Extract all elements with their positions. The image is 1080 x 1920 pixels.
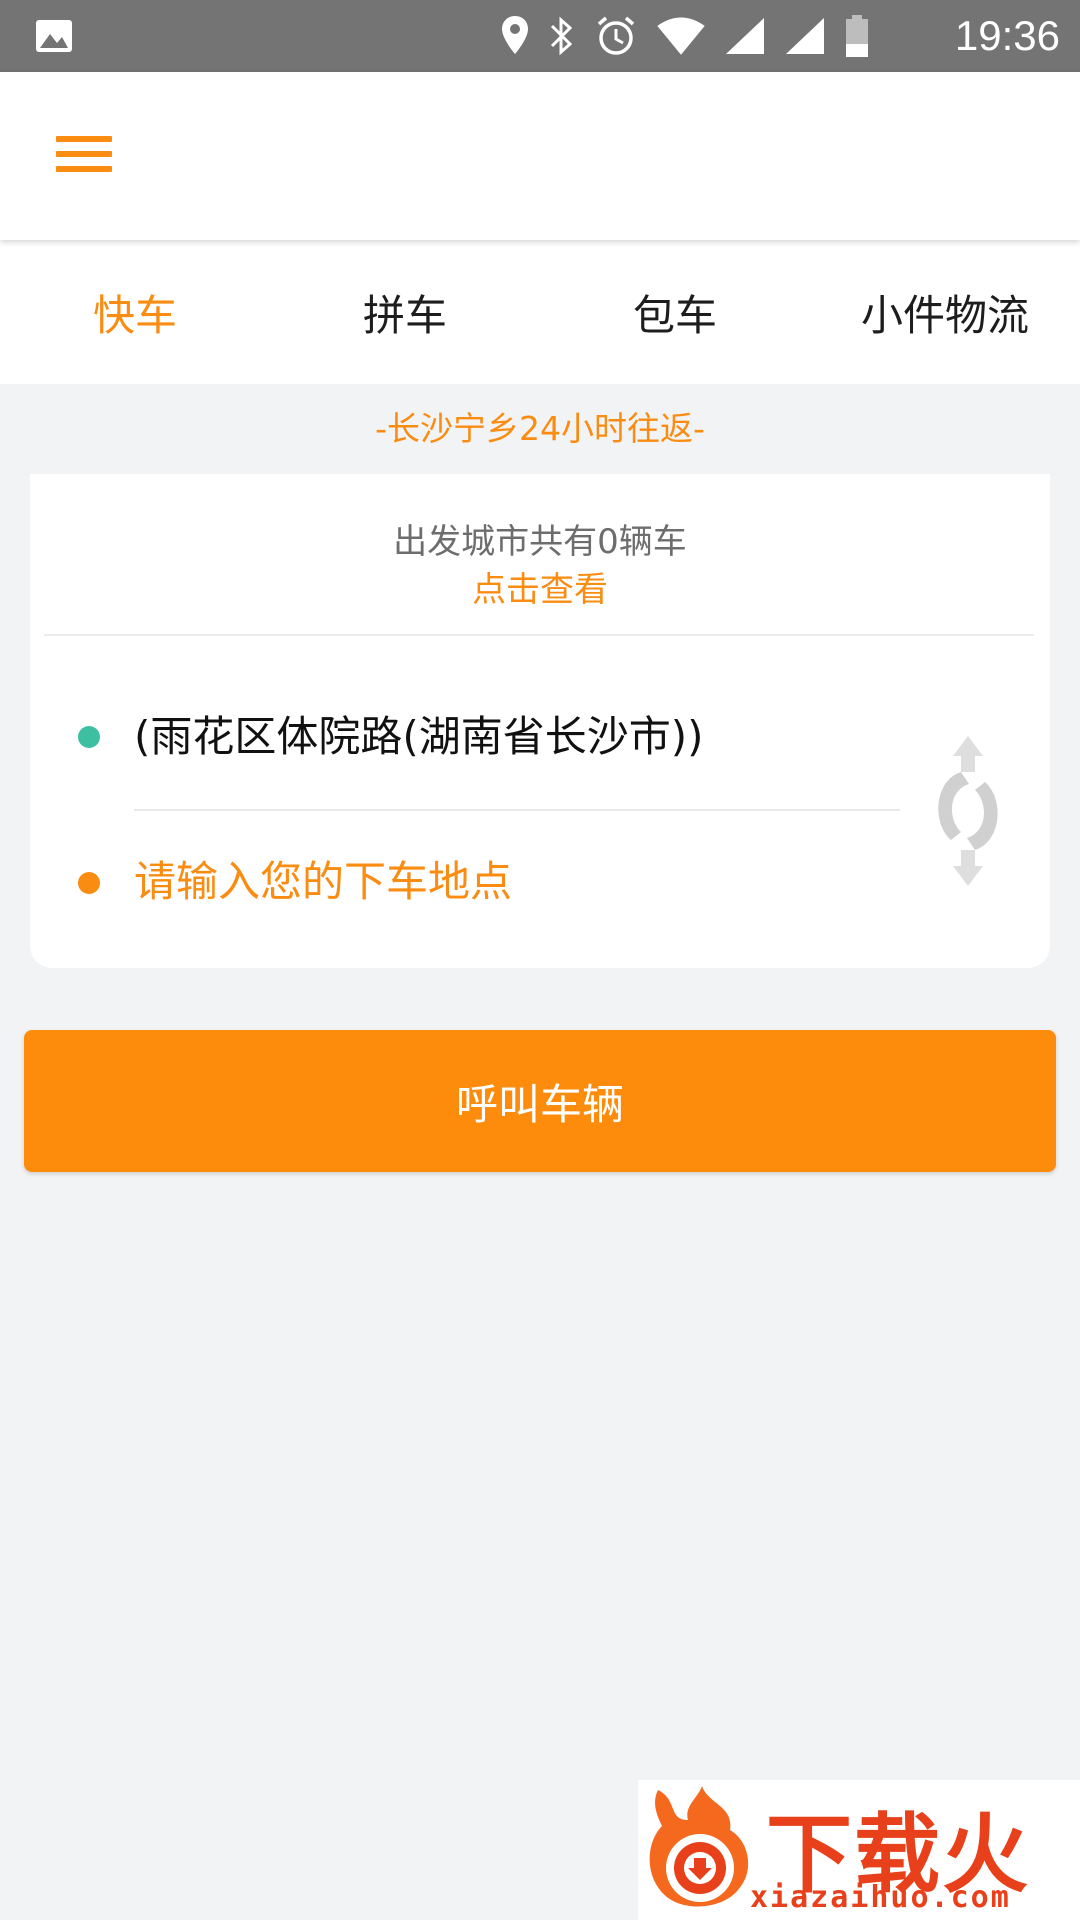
bluetooth-icon [550, 16, 573, 56]
clock-time: 19:36 [954, 12, 1060, 59]
app-header [0, 72, 1080, 240]
watermark-logo: 下载火 xiazaihuo.com [638, 1780, 1080, 1920]
booking-card: 出发城市共有0辆车 点击查看 (雨花区体院路(湖南省长沙市)) 请输入您的下车地… [30, 474, 1050, 968]
field-divider [134, 809, 900, 811]
tab-small-parcel-logistics[interactable]: 小件物流 [810, 240, 1080, 384]
end-dot-icon [78, 872, 100, 894]
status-bar: 19:36 [0, 0, 1080, 72]
alarm-icon [597, 16, 635, 55]
signal-icon [726, 18, 764, 54]
watermark-url: xiazaihuo.com [750, 1880, 1011, 1915]
signal-icon-2 [786, 18, 824, 54]
tab-carpool[interactable]: 拼车 [270, 240, 540, 384]
route-slogan: -长沙宁乡24小时往返- [375, 409, 705, 448]
location-icon [502, 16, 528, 54]
tab-express[interactable]: 快车 [0, 240, 270, 384]
battery-icon [846, 15, 868, 57]
tab-charter[interactable]: 包车 [540, 240, 810, 384]
destination-field[interactable]: 请输入您的下车地点 [134, 850, 914, 914]
flame-logo-icon [649, 1786, 749, 1907]
wifi-icon [657, 17, 705, 55]
start-location-field[interactable]: (雨花区体院路(湖南省长沙市)) [134, 706, 914, 768]
image-icon [36, 20, 72, 52]
swap-direction-icon[interactable] [925, 732, 1011, 890]
status-icons [500, 12, 870, 60]
vehicle-count-text: 出发城市共有0辆车 [393, 522, 687, 562]
hamburger-menu-icon[interactable] [52, 130, 112, 178]
view-vehicles-link[interactable]: 点击查看 [30, 562, 1050, 611]
call-vehicle-button[interactable]: 呼叫车辆 [24, 1030, 1056, 1172]
card-divider [44, 634, 1034, 636]
service-tabs: 快车 拼车 包车 小件物流 [0, 240, 1080, 384]
start-dot-icon [78, 726, 100, 748]
